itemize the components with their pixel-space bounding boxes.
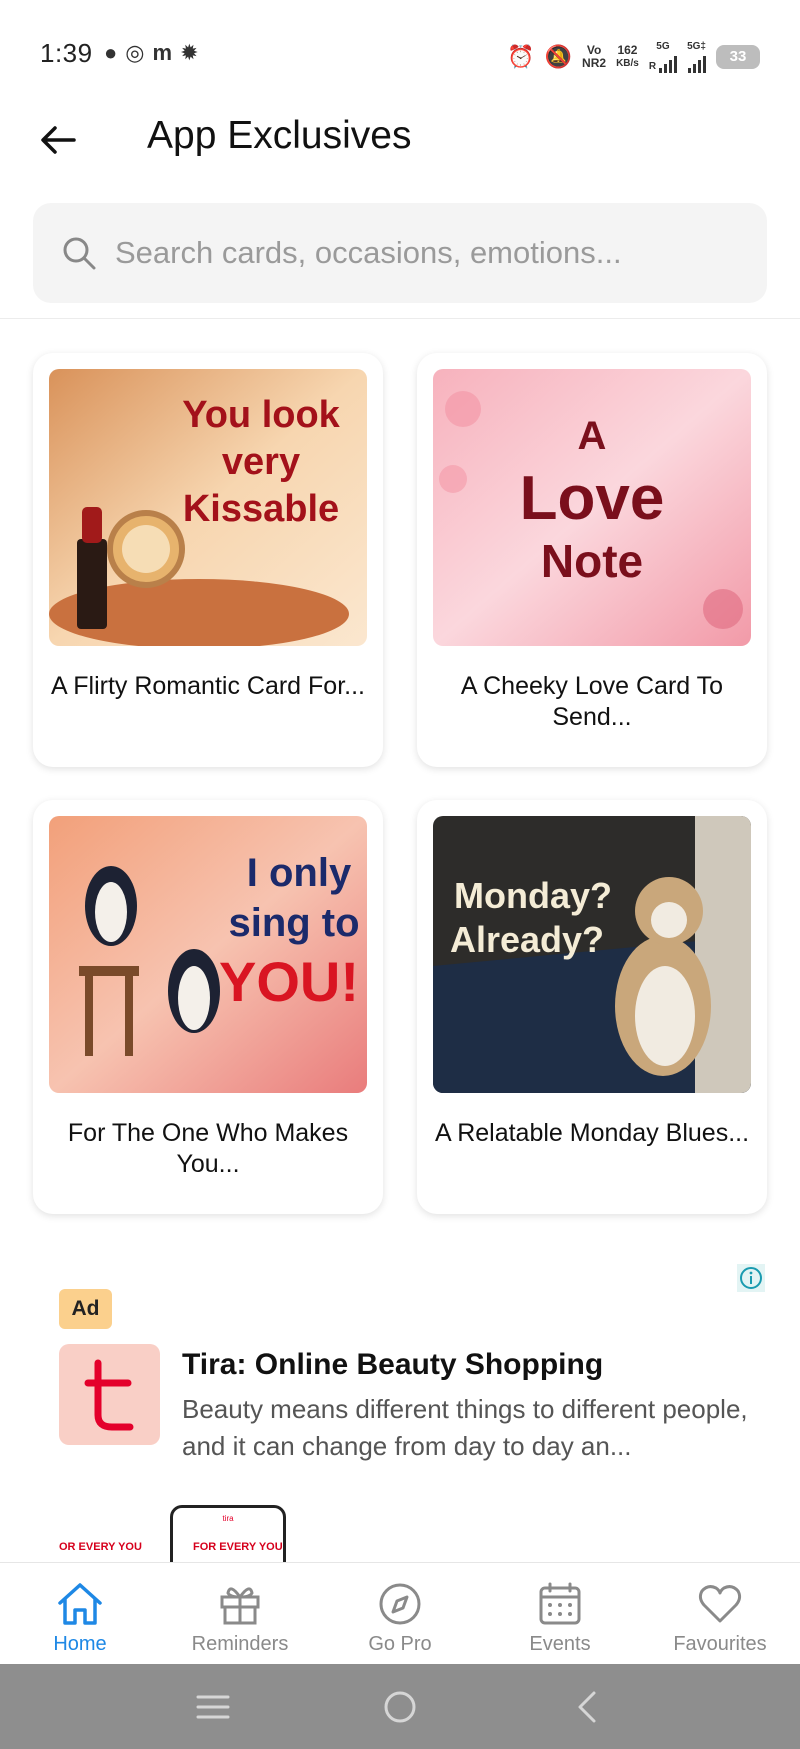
- ad-badge: Ad: [59, 1289, 112, 1329]
- gift-icon: [220, 1587, 260, 1625]
- signal-bars-icon: [659, 53, 678, 73]
- nav-label: Home: [53, 1633, 107, 1655]
- nav-label: Events: [529, 1633, 591, 1655]
- svg-text:Already?: Already?: [450, 919, 604, 960]
- calendar-icon: [539, 1582, 581, 1625]
- bottom-navigation: Home Reminders Go Pro Events Favourites: [0, 1562, 800, 1664]
- nav-favourites[interactable]: Favourites: [640, 1563, 800, 1665]
- system-navigation-bar: [0, 1664, 800, 1749]
- status-system-icons: ⏰ 🔕 Vo NR2 162 KB/s 5G R 5G‡ 33: [507, 40, 760, 73]
- svg-text:Note: Note: [541, 535, 643, 587]
- card-caption: A Cheeky Love Card To Send...: [460, 672, 724, 731]
- m-app-icon: m: [152, 40, 173, 65]
- compass-icon: [379, 1583, 421, 1625]
- card-caption: A Flirty Romantic Card For...: [51, 672, 365, 700]
- search-bar[interactable]: [33, 203, 767, 303]
- ad-info-button[interactable]: [737, 1264, 765, 1292]
- page-title: App Exclusives: [147, 114, 412, 157]
- whatsapp-icon: ◎: [125, 40, 145, 65]
- nav-label: Go Pro: [368, 1633, 432, 1655]
- svg-text:A: A: [578, 414, 607, 458]
- arrow-left-icon: [41, 126, 76, 154]
- network-speed: 162 KB/s: [616, 42, 639, 69]
- svg-text:I only: I only: [247, 851, 352, 895]
- signal-sim1: 5G R: [649, 40, 678, 73]
- search-input[interactable]: [115, 227, 735, 279]
- status-time: 1:39: [40, 38, 93, 68]
- svg-text:Love: Love: [520, 464, 665, 533]
- ad-creative-strip[interactable]: OR EVERY YOU tira FOR EVERY YOU: [59, 1505, 309, 1562]
- network-volte-label: Vo NR2: [582, 42, 607, 70]
- search-icon: [63, 237, 96, 270]
- ad-strip-text-phone: FOR EVERY YOU: [193, 1541, 283, 1553]
- system-home-button[interactable]: [370, 1677, 430, 1737]
- chevron-left-icon: [578, 1691, 596, 1722]
- alarm-icon: ⏰: [507, 43, 535, 69]
- battery-icon: 33: [716, 44, 760, 69]
- mute-bell-icon: 🔕: [544, 43, 573, 69]
- home-icon: [58, 1583, 102, 1625]
- heart-icon: [698, 1585, 742, 1623]
- nav-reminders[interactable]: Reminders: [160, 1563, 320, 1665]
- status-bar: 1:39 ● ◎ m ✹ ⏰ 🔕 Vo NR2 162 KB/s 5G R 5G…: [0, 0, 800, 100]
- system-menu-button[interactable]: [183, 1677, 243, 1737]
- menu-icon: [196, 1695, 230, 1718]
- ad-title[interactable]: Tira: Online Beauty Shopping: [182, 1348, 603, 1382]
- card-cheeky-love[interactable]: A Love Note A Cheeky Love Card To Send..…: [417, 353, 767, 767]
- back-button[interactable]: [36, 118, 80, 162]
- nav-label: Reminders: [191, 1633, 289, 1655]
- card-image: A Love Note: [433, 369, 751, 646]
- card-image: Monday? Already?: [433, 816, 751, 1093]
- card-one-who-makes-you[interactable]: I only sing to YOU! For The One Who Make…: [33, 800, 383, 1214]
- nav-label: Favourites: [673, 1633, 767, 1655]
- signal-sim2: 5G‡: [687, 40, 706, 73]
- ad-phone-mockup: tira: [170, 1505, 286, 1562]
- card-monday-blues[interactable]: Monday? Already? A Relatable Monday Blue…: [417, 800, 767, 1214]
- svg-text:sing to: sing to: [228, 901, 359, 945]
- nav-home[interactable]: Home: [0, 1563, 160, 1665]
- card-image: You look very Kissable: [49, 369, 367, 646]
- tira-logo-mark: [84, 1359, 133, 1430]
- system-back-button[interactable]: [557, 1677, 617, 1737]
- circle-home-icon: [384, 1691, 416, 1722]
- svg-text:very: very: [222, 441, 300, 483]
- svg-text:You look: You look: [182, 394, 340, 436]
- card-image: I only sing to YOU!: [49, 816, 367, 1093]
- svg-text:Monday?: Monday?: [454, 875, 612, 916]
- card-caption: For The One Who Makes You...: [67, 1119, 349, 1178]
- app-header: App Exclusives: [0, 100, 800, 180]
- nav-events[interactable]: Events: [480, 1563, 640, 1665]
- chat-bubble-icon: ●: [104, 40, 118, 65]
- svg-text:Kissable: Kissable: [183, 488, 339, 530]
- settings-gear-icon: ✹: [180, 40, 199, 65]
- divider: [0, 318, 800, 319]
- nav-go-pro[interactable]: Go Pro: [320, 1563, 480, 1665]
- status-notification-icons: ● ◎ m ✹: [104, 42, 199, 64]
- info-icon: [740, 1267, 762, 1289]
- card-caption: A Relatable Monday Blues...: [434, 1119, 750, 1147]
- tira-logo[interactable]: [59, 1344, 160, 1445]
- svg-text:YOU!: YOU!: [219, 950, 359, 1013]
- card-flirty-romantic[interactable]: You look very Kissable A Flirty Romantic…: [33, 353, 383, 767]
- ad-strip-text: OR EVERY YOU: [59, 1541, 142, 1553]
- ad-description: Beauty means different things to differe…: [182, 1394, 748, 1461]
- signal-bars-icon: [687, 53, 706, 73]
